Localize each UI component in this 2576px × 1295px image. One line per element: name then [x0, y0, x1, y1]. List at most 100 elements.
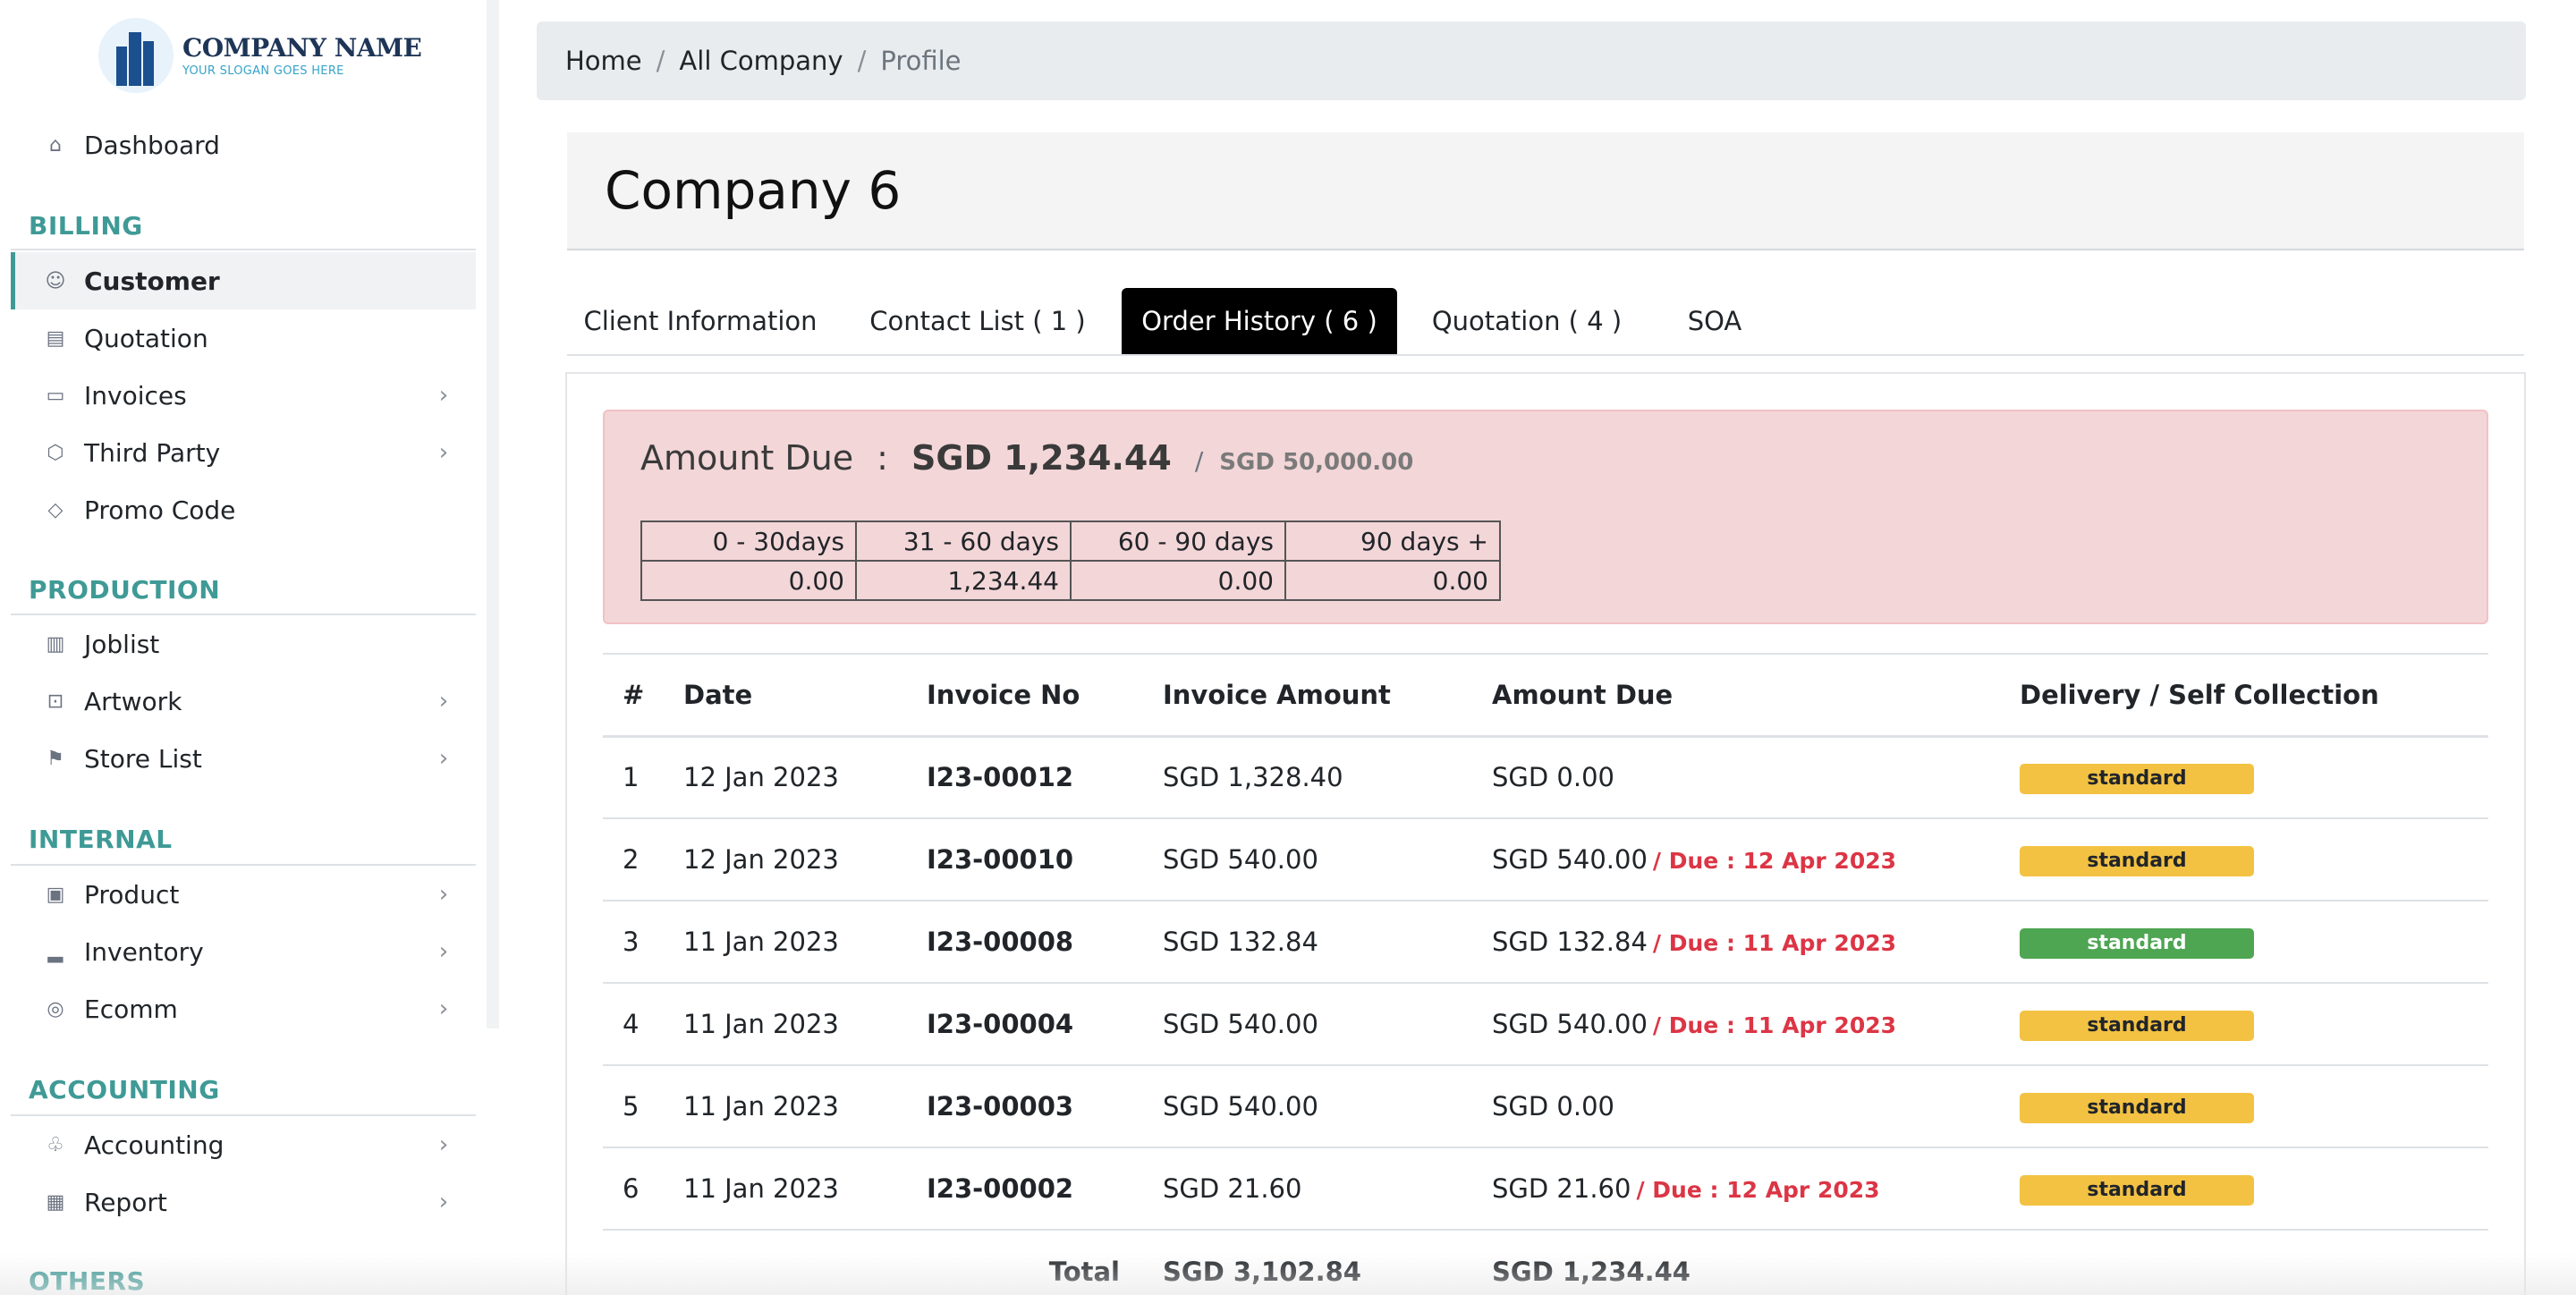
report-icon: ▦	[46, 1190, 65, 1214]
chevron-right-icon[interactable]: ›	[431, 1189, 456, 1215]
money-icon: ▭	[46, 384, 65, 407]
amount-due-text: SGD 21.60	[1492, 1173, 1631, 1204]
chevron-right-icon[interactable]: ›	[431, 382, 456, 409]
sidebar-item-customer[interactable]: ☺ Customer	[11, 252, 476, 309]
aging-header: 90 days +	[1284, 521, 1501, 562]
sidebar-item-product[interactable]: ▣ Product ›	[11, 866, 476, 923]
tab-client-information[interactable]: Client Information	[567, 288, 834, 354]
row-delivery: standard	[2020, 736, 2488, 819]
amount-due-text: SGD 540.00	[1492, 1009, 1648, 1039]
invoice-link[interactable]: I23-00003	[927, 1065, 1163, 1148]
row-amount-due: SGD 0.00	[1492, 1065, 2020, 1148]
table-row[interactable]: 1 12 Jan 2023 I23-00012 SGD 1,328.40 SGD…	[603, 736, 2488, 819]
table-row[interactable]: 5 11 Jan 2023 I23-00003 SGD 540.00 SGD 0…	[603, 1065, 2488, 1148]
chevron-right-icon[interactable]: ›	[431, 688, 456, 715]
breadcrumb-separator: /	[857, 46, 867, 76]
section-title-internal: INTERNAL	[29, 825, 173, 854]
row-invoice-amount: SGD 540.00	[1163, 1065, 1492, 1148]
row-date: 11 Jan 2023	[683, 1065, 927, 1148]
row-amount-due: SGD 21.60/ Due : 12 Apr 2023	[1492, 1147, 2020, 1231]
sidebar-item-report[interactable]: ▦ Report ›	[11, 1173, 476, 1231]
due-date-note: / Due : 11 Apr 2023	[1652, 930, 1897, 956]
sidebar-item-ecomm[interactable]: ◎ Ecomm ›	[11, 980, 476, 1037]
table-row[interactable]: 2 12 Jan 2023 I23-00010 SGD 540.00 SGD 5…	[603, 818, 2488, 901]
chevron-right-icon[interactable]: ›	[431, 439, 456, 466]
sidebar-item-store-list[interactable]: ⚑ Store List ›	[11, 730, 476, 787]
due-date-note: / Due : 12 Apr 2023	[1636, 1177, 1880, 1203]
sidebar-item-label: Joblist	[84, 629, 160, 659]
aging-value: 0.00	[1070, 560, 1286, 601]
sidebar-item-dashboard[interactable]: ⌂ Dashboard	[11, 116, 476, 174]
row-amount-due: SGD 540.00/ Due : 12 Apr 2023	[1492, 818, 2020, 901]
column-header-date: Date	[683, 653, 927, 738]
sidebar-item-accounting[interactable]: ♧ Accounting ›	[11, 1116, 476, 1173]
row-number: 5	[603, 1065, 683, 1148]
invoice-link[interactable]: I23-00012	[927, 736, 1163, 819]
page-title: Company 6	[605, 160, 902, 221]
archive-icon: ▣	[46, 883, 65, 906]
users-icon: ☺	[45, 269, 66, 292]
total-invoice-amount: SGD 3,102.84	[1163, 1256, 1361, 1287]
sidebar-item-label: Customer	[84, 266, 220, 296]
table-row[interactable]: 6 11 Jan 2023 I23-00002 SGD 21.60 SGD 21…	[603, 1147, 2488, 1231]
section-title-production: PRODUCTION	[29, 575, 221, 605]
tab-quotation[interactable]: Quotation ( 4 )	[1397, 288, 1657, 354]
table-header-row: # Date Invoice No Invoice Amount Amount …	[603, 653, 2488, 738]
breadcrumb-home[interactable]: Home	[565, 46, 642, 76]
chevron-right-icon[interactable]: ›	[431, 938, 456, 965]
aging-header: 60 - 90 days	[1070, 521, 1286, 562]
column-header-number: #	[603, 653, 683, 738]
sidebar-item-label: Accounting	[84, 1130, 225, 1160]
invoice-link[interactable]: I23-00002	[927, 1147, 1163, 1231]
table-row[interactable]: 3 11 Jan 2023 I23-00008 SGD 132.84 SGD 1…	[603, 901, 2488, 984]
chevron-right-icon[interactable]: ›	[431, 745, 456, 772]
sidebar-item-label: Quotation	[84, 323, 208, 353]
aging-header-row: 0 - 30days 31 - 60 days 60 - 90 days 90 …	[640, 521, 1501, 562]
total-row: Total SGD 3,102.84 SGD 1,234.44	[603, 1230, 2488, 1295]
section-divider	[11, 249, 476, 250]
store-icon: ⚑	[47, 747, 64, 770]
chevron-right-icon[interactable]: ›	[431, 995, 456, 1022]
row-number: 4	[603, 983, 683, 1066]
sidebar-item-label: Dashboard	[84, 130, 220, 160]
sidebar-item-label: Promo Code	[84, 495, 236, 525]
brand-name: COMPANY NAME	[182, 33, 422, 63]
column-header-invoice-no: Invoice No	[927, 653, 1163, 738]
status-badge: standard	[2020, 1011, 2254, 1041]
sidebar-item-third-party[interactable]: ⬡ Third Party ›	[11, 424, 476, 481]
breadcrumb-current: Profile	[880, 46, 962, 76]
row-invoice-amount: SGD 540.00	[1163, 818, 1492, 901]
amount-due-colon: :	[877, 438, 888, 478]
chevron-right-icon[interactable]: ›	[431, 881, 456, 908]
sidebar-item-joblist[interactable]: ▥ Joblist	[11, 615, 476, 673]
company-logo[interactable]: COMPANY NAME YOUR SLOGAN GOES HERE	[98, 14, 422, 97]
sidebar-item-quotation[interactable]: ▤ Quotation	[11, 309, 476, 367]
breadcrumb-all-company[interactable]: All Company	[679, 46, 843, 76]
aging-header: 31 - 60 days	[855, 521, 1072, 562]
table-row[interactable]: 4 11 Jan 2023 I23-00004 SGD 540.00 SGD 5…	[603, 983, 2488, 1066]
sidebar-item-label: Artwork	[84, 686, 182, 716]
amount-due-text: SGD 540.00	[1492, 844, 1648, 875]
tab-contact-list[interactable]: Contact List ( 1 )	[834, 288, 1122, 354]
section-title-billing: BILLING	[29, 211, 143, 241]
breadcrumb-separator: /	[656, 46, 665, 76]
sidebar-item-label: Invoices	[84, 380, 187, 411]
status-badge: standard	[2020, 928, 2254, 959]
row-invoice-amount: SGD 21.60	[1163, 1147, 1492, 1231]
tab-order-history[interactable]: Order History ( 6 )	[1122, 288, 1397, 354]
invoice-link[interactable]: I23-00008	[927, 901, 1163, 984]
sidebar-item-promo-code[interactable]: ◇ Promo Code	[11, 481, 476, 538]
row-date: 11 Jan 2023	[683, 1147, 927, 1231]
total-amount-due: SGD 1,234.44	[1492, 1256, 1690, 1287]
sidebar-item-inventory[interactable]: ▂ Inventory ›	[11, 923, 476, 980]
tab-soa[interactable]: SOA	[1657, 288, 1773, 354]
invoice-link[interactable]: I23-00010	[927, 818, 1163, 901]
amount-due-value: SGD 1,234.44	[911, 438, 1172, 478]
chevron-right-icon[interactable]: ›	[431, 1131, 456, 1158]
row-number: 3	[603, 901, 683, 984]
status-badge: standard	[2020, 1175, 2254, 1206]
credit-limit-value: SGD 50,000.00	[1219, 449, 1414, 476]
invoice-link[interactable]: I23-00004	[927, 983, 1163, 1066]
sidebar-item-invoices[interactable]: ▭ Invoices ›	[11, 367, 476, 424]
sidebar-item-artwork[interactable]: ⊡ Artwork ›	[11, 673, 476, 730]
